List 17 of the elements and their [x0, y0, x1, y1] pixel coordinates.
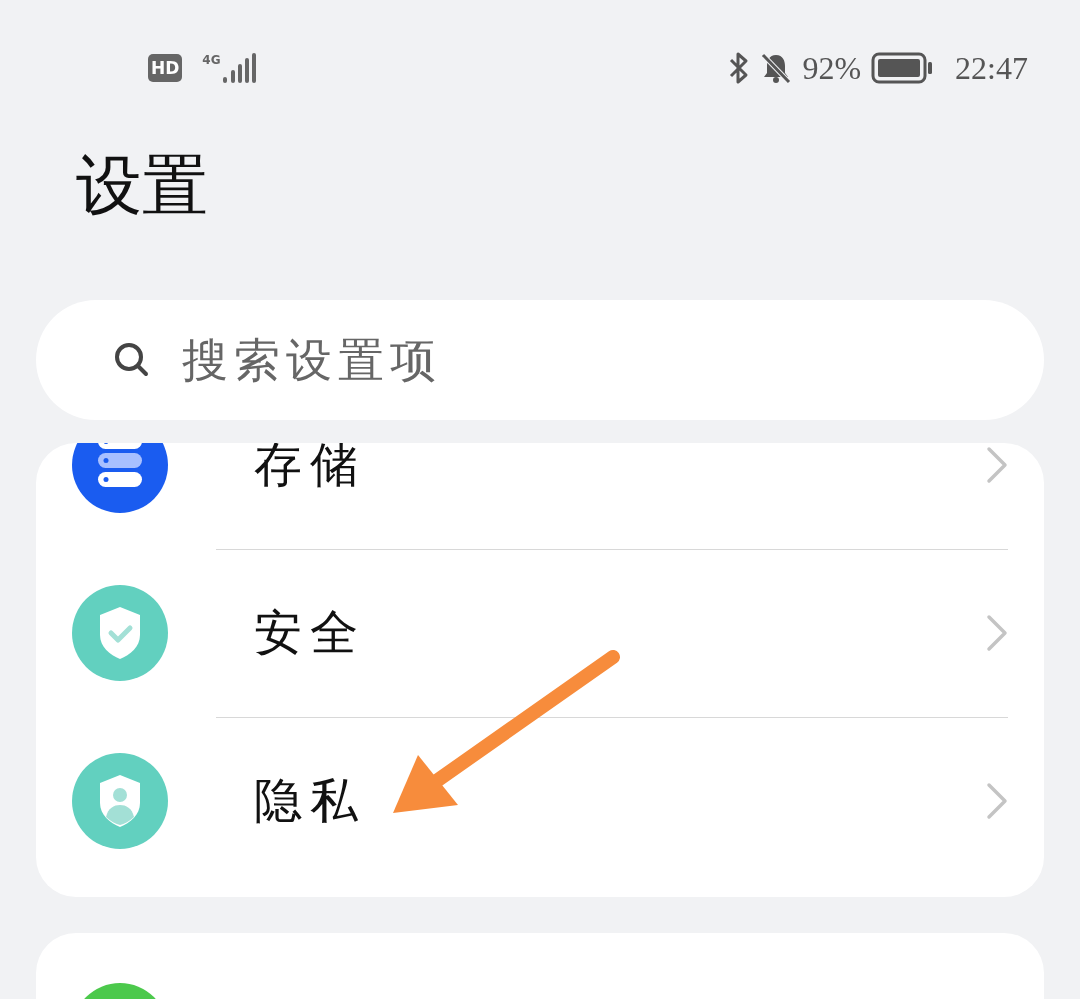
page-title: 设置: [76, 148, 209, 224]
search-bar[interactable]: 搜索设置项: [36, 300, 1044, 420]
setting-label[interactable]: 安全: [254, 601, 986, 665]
chevron-icon: [986, 446, 1008, 484]
setting-label[interactable]: 隐私: [254, 769, 986, 833]
battery-icon: [871, 52, 934, 84]
chevron-icon: [986, 782, 1008, 820]
hd-badge: HD: [148, 54, 183, 82]
muted-bell-icon: [760, 52, 793, 84]
chevron-icon: [986, 614, 1008, 652]
clock-time: 22:47: [955, 49, 1028, 87]
network-type: 4G: [202, 53, 221, 67]
shield-person-icon: [72, 753, 168, 849]
battery-percent: 92%: [802, 49, 862, 87]
shield-check-icon: [72, 585, 168, 681]
search-field[interactable]: 搜索设置项: [180, 332, 1004, 388]
signal-icon: [222, 53, 257, 83]
